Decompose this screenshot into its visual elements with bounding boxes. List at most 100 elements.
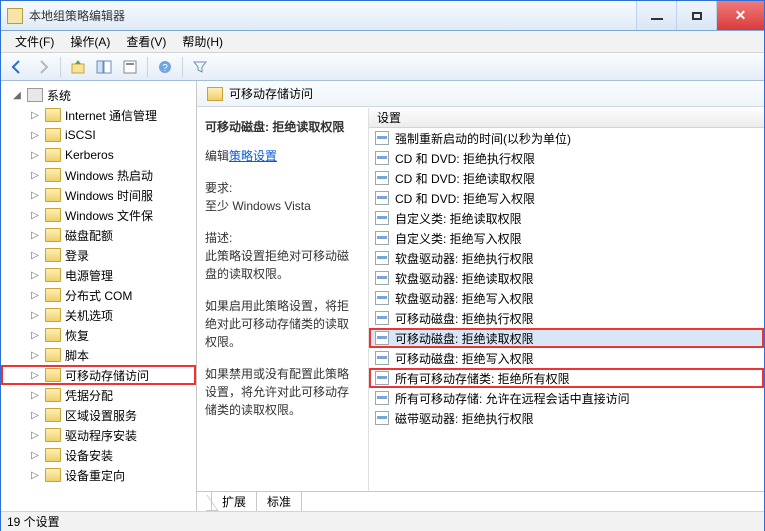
expand-icon[interactable]: ▷ [29, 350, 41, 361]
edit-policy-link[interactable]: 策略设置 [229, 149, 277, 163]
expand-icon[interactable]: ▷ [29, 330, 41, 341]
policy-icon [375, 291, 389, 305]
tree-item-label: Windows 文件保 [65, 207, 153, 224]
expand-icon[interactable]: ▷ [29, 170, 41, 181]
tree-item[interactable]: ▷驱动程序安装 [1, 425, 196, 445]
folder-icon [45, 348, 61, 362]
tree-item[interactable]: ▷ iSCSI [1, 125, 196, 145]
setting-item[interactable]: CD 和 DVD: 拒绝写入权限 [369, 188, 764, 208]
policy-icon [375, 211, 389, 225]
setting-item[interactable]: 可移动磁盘: 拒绝写入权限 [369, 348, 764, 368]
setting-item[interactable]: 所有可移动存储: 允许在远程会话中直接访问 [369, 388, 764, 408]
setting-item[interactable]: 自定义类: 拒绝读取权限 [369, 208, 764, 228]
folder-icon [45, 248, 61, 262]
policy-icon [375, 331, 389, 345]
expand-icon[interactable]: ▷ [29, 310, 41, 321]
setting-item[interactable]: 可移动磁盘: 拒绝执行权限 [369, 308, 764, 328]
expand-icon[interactable]: ▷ [29, 110, 41, 121]
maximize-button[interactable] [676, 1, 716, 30]
setting-label: CD 和 DVD: 拒绝写入权限 [395, 190, 535, 207]
toolbar-separator [147, 57, 148, 77]
folder-icon [45, 148, 61, 162]
setting-item[interactable]: 所有可移动存储类: 拒绝所有权限 [369, 368, 764, 388]
setting-item[interactable]: 自定义类: 拒绝写入权限 [369, 228, 764, 248]
tree-item[interactable]: ▷恢复 [1, 325, 196, 345]
tree-item-label: 磁盘配额 [65, 227, 113, 244]
menu-view[interactable]: 查看(V) [118, 33, 174, 50]
menu-action[interactable]: 操作(A) [62, 33, 118, 50]
expand-icon[interactable]: ▷ [29, 270, 41, 281]
tree-item[interactable]: ▷ 磁盘配额 [1, 225, 196, 245]
filter-button[interactable] [188, 56, 212, 78]
expand-icon[interactable]: ▷ [29, 370, 41, 381]
tree-item[interactable]: ▷关机选项 [1, 305, 196, 325]
tree-item-label: Kerberos [65, 148, 114, 162]
tree-item[interactable]: ▷凭据分配 [1, 385, 196, 405]
properties-button[interactable] [118, 56, 142, 78]
expand-icon[interactable]: ▷ [29, 290, 41, 301]
expand-icon[interactable]: ▷ [29, 390, 41, 401]
panel-folder-title: 可移动存储访问 [229, 85, 313, 102]
tree-item[interactable]: ▷可移动存储访问 [1, 365, 196, 385]
tree-item-label: iSCSI [65, 128, 96, 142]
expand-icon[interactable]: ▷ [29, 150, 41, 161]
show-hide-tree-button[interactable] [92, 56, 116, 78]
tree-root[interactable]: ◢ 系统 [1, 85, 196, 105]
req-label: 要求: [205, 179, 360, 197]
tree-item[interactable]: ▷分布式 COM [1, 285, 196, 305]
tree-item[interactable]: ▷设备重定向 [1, 465, 196, 485]
setting-item[interactable]: 软盘驱动器: 拒绝读取权限 [369, 268, 764, 288]
settings-header[interactable]: 设置 [369, 108, 764, 128]
setting-label: CD 和 DVD: 拒绝读取权限 [395, 170, 535, 187]
setting-item[interactable]: CD 和 DVD: 拒绝读取权限 [369, 168, 764, 188]
tab-standard[interactable]: 标准 [257, 491, 302, 511]
setting-item[interactable]: 软盘驱动器: 拒绝写入权限 [369, 288, 764, 308]
tab-extended[interactable]: 扩展 [211, 491, 257, 511]
expand-icon[interactable]: ▷ [29, 410, 41, 421]
expand-icon[interactable]: ▷ [29, 230, 41, 241]
help-button[interactable]: ? [153, 56, 177, 78]
back-button[interactable] [5, 56, 29, 78]
tree-item[interactable]: ▷设备安装 [1, 445, 196, 465]
tree-item[interactable]: ▷ 脚本 [1, 345, 196, 365]
expand-icon[interactable]: ▷ [29, 130, 41, 141]
tree-item[interactable]: ▷ Kerberos [1, 145, 196, 165]
expand-icon[interactable]: ▷ [29, 450, 41, 461]
expand-icon[interactable]: ▷ [29, 210, 41, 221]
desc-label: 描述: [205, 229, 360, 247]
tree-item[interactable]: ▷区域设置服务 [1, 405, 196, 425]
tree-item[interactable]: ▷ Internet 通信管理 [1, 105, 196, 125]
setting-item[interactable]: 软盘驱动器: 拒绝执行权限 [369, 248, 764, 268]
folder-icon [45, 128, 61, 142]
collapse-icon[interactable]: ◢ [11, 90, 23, 101]
setting-item[interactable]: CD 和 DVD: 拒绝执行权限 [369, 148, 764, 168]
minimize-button[interactable] [636, 1, 676, 30]
nav-tree[interactable]: ◢ 系统 ▷Internet 通信管理▷iSCSI▷Kerberos▷Windo… [1, 81, 197, 511]
tree-item[interactable]: ▷登录 [1, 245, 196, 265]
expand-icon[interactable]: ▷ [29, 430, 41, 441]
setting-item[interactable]: 可移动磁盘: 拒绝读取权限 [369, 328, 764, 348]
tree-item-label: Internet 通信管理 [65, 107, 157, 124]
expand-icon[interactable]: ▷ [29, 250, 41, 261]
edit-label: 编辑 [205, 149, 229, 163]
setting-item[interactable]: 强制重新启动的时间(以秒为单位) [369, 128, 764, 148]
menu-help[interactable]: 帮助(H) [174, 33, 231, 50]
tree-item[interactable]: ▷电源管理 [1, 265, 196, 285]
expand-icon[interactable]: ▷ [29, 190, 41, 201]
req-text: 至少 Windows Vista [205, 197, 360, 215]
up-button[interactable] [66, 56, 90, 78]
window-title: 本地组策略编辑器 [29, 7, 636, 24]
setting-item[interactable]: 磁带驱动器: 拒绝执行权限 [369, 408, 764, 428]
close-button[interactable]: ✕ [716, 1, 764, 30]
expand-icon[interactable]: ▷ [29, 470, 41, 481]
setting-label: 软盘驱动器: 拒绝写入权限 [395, 290, 534, 307]
tree-item-label: 脚本 [65, 347, 89, 364]
system-icon [27, 88, 43, 102]
setting-label: 可移动磁盘: 拒绝读取权限 [395, 330, 534, 347]
forward-button[interactable] [31, 56, 55, 78]
tree-item[interactable]: ▷ Windows 文件保 [1, 205, 196, 225]
desc-text: 此策略设置拒绝对可移动磁盘的读取权限。 [205, 247, 360, 283]
tree-item[interactable]: ▷Windows 时间服 [1, 185, 196, 205]
menu-file[interactable]: 文件(F) [7, 33, 62, 50]
tree-item[interactable]: ▷Windows 热启动 [1, 165, 196, 185]
